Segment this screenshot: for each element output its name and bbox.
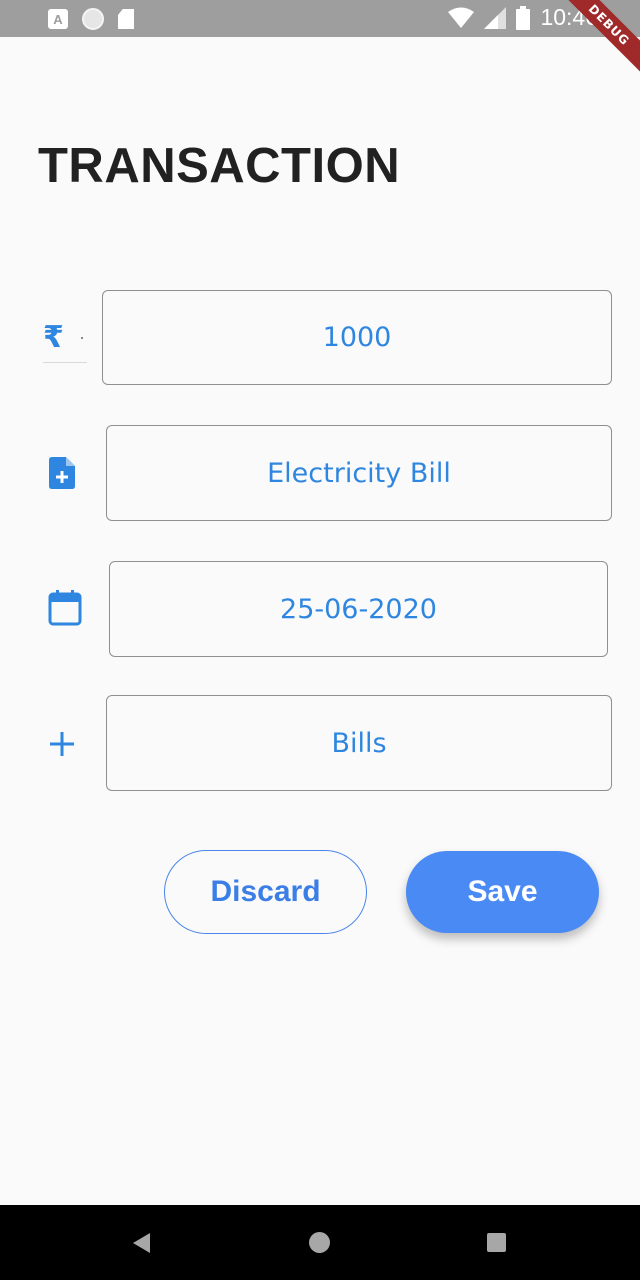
amount-value: 1000 [322, 322, 392, 353]
category-value: Bills [331, 727, 387, 759]
signal-icon [484, 6, 507, 29]
category-field[interactable]: Bills [106, 695, 612, 791]
dropdown-indicator [81, 337, 83, 339]
circle-notification-icon [82, 8, 104, 30]
back-icon[interactable] [133, 1233, 150, 1253]
discard-button[interactable]: Discard [164, 850, 367, 934]
save-button[interactable]: Save [406, 851, 599, 933]
wifi-icon [448, 7, 475, 28]
a-notification-icon: A [48, 9, 68, 29]
date-value: 25-06-2020 [280, 593, 437, 625]
plus-icon[interactable] [50, 732, 74, 756]
status-notifications: A [48, 8, 134, 30]
navigation-bar [0, 1205, 640, 1280]
home-icon[interactable] [309, 1232, 330, 1253]
description-field[interactable]: Electricity Bill [106, 425, 612, 521]
currency-selector[interactable]: ₹ [43, 316, 87, 363]
page-title: TRANSACTION [38, 139, 401, 193]
recent-apps-icon[interactable] [487, 1233, 506, 1252]
sd-card-icon [118, 9, 134, 29]
description-value: Electricity Bill [267, 457, 451, 489]
amount-field[interactable]: 1000 [102, 290, 612, 385]
calendar-icon[interactable] [48, 590, 82, 626]
status-bar: A 10:46 DEBUG [0, 0, 640, 79]
note-add-icon [48, 456, 76, 490]
rupee-icon: ₹ [43, 320, 64, 355]
battery-icon [516, 5, 531, 30]
date-field[interactable]: 25-06-2020 [109, 561, 608, 657]
